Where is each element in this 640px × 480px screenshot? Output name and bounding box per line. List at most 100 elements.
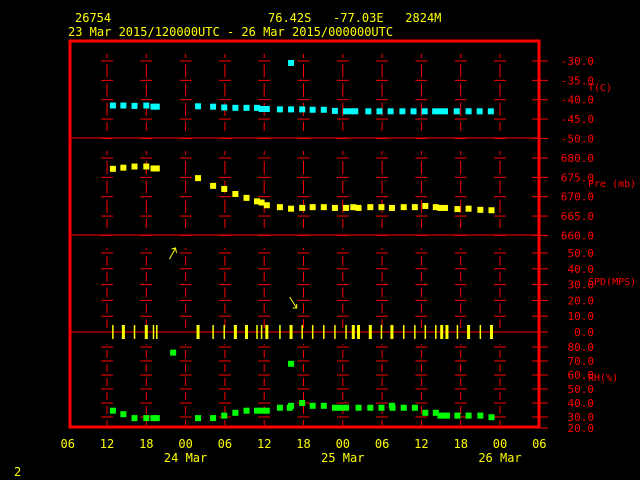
wind-speed-bar [368, 325, 372, 339]
wind-speed-bar [467, 325, 471, 339]
wind-speed-bar [152, 325, 155, 339]
date-label: 26 Mar [478, 451, 521, 465]
wind-speed-bar [301, 325, 303, 339]
temperature-point [387, 108, 394, 115]
relative_humidity-point [400, 404, 407, 411]
x-tick-label: 12 [414, 437, 428, 451]
y-tick-label: 40.0 [568, 263, 595, 276]
temperature-point [288, 106, 295, 113]
pressure-point [388, 204, 395, 211]
station-id: 26754 [75, 11, 111, 25]
wind-speed-bar [380, 325, 383, 339]
pressure-point [221, 185, 228, 192]
temperature-point [120, 102, 127, 109]
pressure-point [441, 204, 448, 211]
data-marks [109, 59, 495, 422]
wind-speed-bar [345, 325, 347, 339]
wind-direction-arrow-icon [289, 296, 298, 309]
y-tick-label: -45.0 [561, 113, 594, 126]
time-period: 23 Mar 2015/120000UTC - 26 Mar 2015/0000… [68, 25, 393, 39]
x-tick-label: 18 [453, 437, 467, 451]
wind-speed-bar [311, 325, 314, 339]
y-tick-label: 60.0 [568, 369, 595, 382]
relative_humidity-point [258, 407, 265, 414]
temperature-point [299, 106, 306, 113]
temperature-point [410, 108, 417, 115]
relative_humidity-point [454, 412, 461, 419]
temperature-point [232, 104, 239, 111]
wind-speed-bar [440, 325, 444, 339]
relative_humidity-point [143, 415, 150, 422]
relative_humidity-point [288, 402, 295, 409]
pressure-point [232, 190, 239, 197]
y-tick-label: 50.0 [568, 383, 595, 396]
wind-speed-bar [489, 325, 493, 339]
temperature-point [476, 108, 483, 115]
y-tick-label: -30.0 [561, 55, 594, 68]
panel-wind_speed-ylabel: SPD(MPS) [588, 277, 636, 288]
relative_humidity-point [337, 404, 344, 411]
pressure-point [378, 204, 385, 211]
temperature-point [288, 59, 295, 66]
pressure-point [488, 207, 495, 214]
temperature-point [210, 103, 217, 110]
x-tick-label: 06 [375, 437, 389, 451]
temperature-point [153, 103, 160, 110]
relative_humidity-point [120, 411, 127, 418]
temperature-point [243, 104, 250, 111]
wind-speed-bar [351, 325, 355, 339]
relative_humidity-point [263, 407, 270, 414]
pressure-point [153, 165, 160, 172]
pressure-point [400, 204, 407, 211]
wind-speed-bar [144, 325, 148, 339]
relative_humidity-point [276, 404, 283, 411]
y-tick-label: 0.0 [574, 326, 594, 339]
temperature-point [487, 108, 494, 115]
temperature-point [399, 108, 406, 115]
x-tick-label: 12 [257, 437, 271, 451]
pressure-point [331, 204, 338, 211]
pressure-point [109, 165, 116, 172]
y-tick-label: -50.0 [561, 132, 594, 145]
temperature-point [143, 102, 150, 109]
y-tick-label: 80.0 [568, 341, 595, 354]
x-tick-label: 06 [218, 437, 232, 451]
y-tick-label: 20.0 [568, 422, 595, 435]
pressure-point [131, 163, 138, 170]
pressure-point [343, 204, 350, 211]
wind-speed-bar [112, 325, 114, 339]
wind-speed-bar [445, 325, 449, 339]
pressure-point [454, 206, 461, 213]
wind-speed-bar [156, 325, 158, 339]
relative_humidity-point [355, 404, 362, 411]
y-tick-label: 20.0 [568, 294, 595, 307]
temperature-point [421, 108, 428, 115]
relative_humidity-point [210, 415, 217, 422]
wind-speed-bar [456, 325, 459, 339]
wind-speed-bar [245, 325, 249, 339]
wind-speed-bar [265, 325, 269, 339]
relative_humidity-point [443, 412, 450, 419]
temperature-point [195, 103, 202, 110]
relative_humidity-point [422, 409, 429, 416]
y-tick-label: 665.0 [561, 210, 594, 223]
x-tick-label: 00 [336, 437, 350, 451]
wind-speed-bar [414, 325, 416, 339]
y-tick-label: 675.0 [561, 171, 594, 184]
y-tick-label: -35.0 [561, 74, 594, 87]
y-tick-label: 680.0 [561, 152, 594, 165]
pressure-point [243, 194, 250, 201]
relative_humidity-point [299, 400, 306, 406]
plot-frame [68, 39, 541, 429]
temperature-point [432, 108, 439, 115]
relative_humidity-point [488, 414, 495, 421]
pressure-point [120, 164, 127, 171]
relative_humidity-point [367, 404, 374, 411]
wind-speed-bar [402, 325, 405, 339]
y-tick-label: -40.0 [561, 94, 594, 107]
wind-speed-bar [279, 325, 281, 339]
wind-speed-bar [223, 325, 225, 339]
temperature-point [331, 107, 338, 114]
pressure-point [465, 205, 472, 212]
y-tick-label: 70.0 [568, 355, 595, 368]
